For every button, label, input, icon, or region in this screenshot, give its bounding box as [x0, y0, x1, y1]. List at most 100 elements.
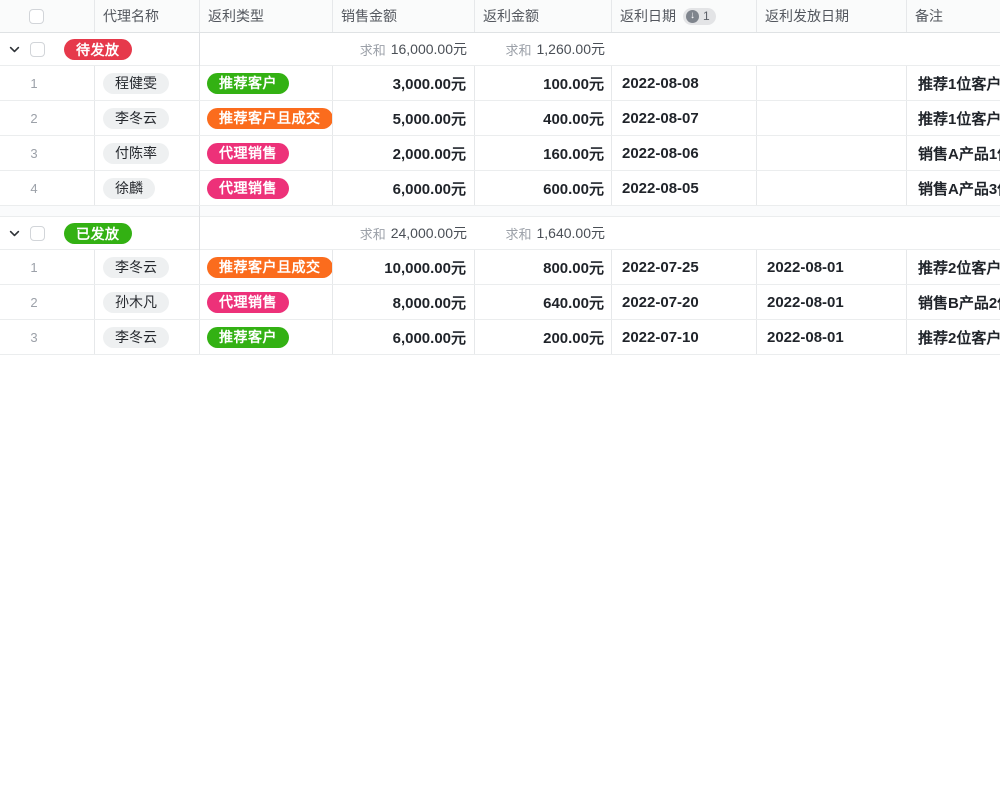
header-cell-sales[interactable]: 销售金额 — [333, 0, 475, 32]
column-divider — [199, 206, 200, 217]
cell-agent[interactable]: 李冬云 — [95, 101, 200, 135]
cell-sales[interactable]: 6,000.00元 — [333, 320, 475, 354]
cell-type[interactable]: 推荐客户 — [200, 320, 333, 354]
cell-num[interactable]: 2 — [0, 101, 95, 135]
cell-num[interactable]: 2 — [0, 285, 95, 319]
cell-type[interactable]: 代理销售 — [200, 285, 333, 319]
cell-note[interactable]: 销售A产品3件 — [907, 171, 1000, 205]
cell-rebate[interactable]: 200.00元 — [475, 320, 612, 354]
cell-rebate[interactable]: 600.00元 — [475, 171, 612, 205]
header-cell-num[interactable] — [0, 0, 95, 32]
cell-issueDate[interactable]: 2022-08-01 — [757, 320, 907, 354]
cell-value: 200.00元 — [543, 327, 604, 348]
cell-rebateDate[interactable]: 2022-08-06 — [612, 136, 757, 170]
cell-issueDate[interactable] — [757, 66, 907, 100]
cell-rebate[interactable]: 100.00元 — [475, 66, 612, 100]
select-all-checkbox[interactable] — [29, 9, 44, 24]
table-row: 1 李冬云 推荐客户且成交 10,000.00元 800.00元2022-07-2520… — [0, 250, 1000, 285]
rebate-type-badge: 代理销售 — [207, 292, 289, 313]
agent-name-pill: 孙木凡 — [103, 292, 169, 313]
agent-name-pill: 付陈率 — [103, 143, 169, 164]
cell-agent[interactable]: 程健雯 — [95, 66, 200, 100]
header-cell-type[interactable]: 返利类型 — [200, 0, 333, 32]
cell-agent[interactable]: 徐麟 — [95, 171, 200, 205]
cell-issueDate[interactable]: 2022-08-01 — [757, 250, 907, 284]
cell-num[interactable]: 4 — [0, 171, 95, 205]
cell-type[interactable]: 推荐客户且成交 — [200, 101, 333, 135]
row-number: 3 — [0, 146, 68, 161]
cell-value: 2022-08-07 — [622, 110, 699, 127]
cell-value: 6,000.00元 — [393, 178, 466, 199]
agent-name-pill: 李冬云 — [103, 257, 169, 278]
header-cell-note[interactable]: 备注 — [907, 0, 1000, 32]
header-cell-agent[interactable]: 代理名称 — [95, 0, 200, 32]
header-cell-rebate[interactable]: 返利金额 — [475, 0, 612, 32]
rebate-type-badge: 推荐客户且成交 — [207, 257, 333, 278]
cell-rebateDate[interactable]: 2022-07-25 — [612, 250, 757, 284]
cell-sales[interactable]: 5,000.00元 — [333, 101, 475, 135]
cell-note[interactable]: 推荐1位客户 — [907, 101, 1000, 135]
group-select-checkbox[interactable] — [30, 226, 45, 241]
cell-sales[interactable]: 3,000.00元 — [333, 66, 475, 100]
column-label: 返利发放日期 — [765, 6, 849, 26]
cell-value: 2022-07-20 — [622, 294, 699, 311]
cell-issueDate[interactable] — [757, 171, 907, 205]
cell-type[interactable]: 代理销售 — [200, 136, 333, 170]
cell-rebateDate[interactable]: 2022-08-05 — [612, 171, 757, 205]
cell-value: 销售A产品3件 — [918, 178, 1000, 199]
table-row: 4徐麟代理销售 6,000.00元 600.00元 2022-08-05 销售A产品3件 — [0, 171, 1000, 206]
header-cell-issueDate[interactable]: 返利发放日期 — [757, 0, 907, 32]
cell-note[interactable]: 推荐1位客户 — [907, 66, 1000, 100]
sort-badge[interactable]: ↓1 — [683, 8, 716, 25]
cell-value: 600.00元 — [543, 178, 604, 199]
cell-num[interactable]: 1 — [0, 250, 95, 284]
cell-sales[interactable]: 2,000.00元 — [333, 136, 475, 170]
cell-value: 推荐2位客户 — [918, 257, 1000, 278]
cell-issueDate[interactable] — [757, 136, 907, 170]
cell-value: 销售B产品2件 — [918, 292, 1000, 313]
cell-issueDate[interactable]: 2022-08-01 — [757, 285, 907, 319]
cell-rebate[interactable]: 160.00元 — [475, 136, 612, 170]
cell-value: 10,000.00元 — [384, 257, 466, 278]
cell-rebate[interactable]: 800.00元 — [475, 250, 612, 284]
cell-note[interactable]: 销售A产品1件 — [907, 136, 1000, 170]
cell-issueDate[interactable] — [757, 101, 907, 135]
sum-value: 24,000.00元 — [391, 223, 467, 243]
cell-type[interactable]: 推荐客户 — [200, 66, 333, 100]
cell-agent[interactable]: 李冬云 — [95, 320, 200, 354]
header-cell-rebateDate[interactable]: 返利日期↓1 — [612, 0, 757, 32]
cell-num[interactable]: 3 — [0, 136, 95, 170]
group-header-row[interactable]: 已发放求和24,000.00元求和1,640.00元 — [0, 217, 1000, 250]
sum-label: 求和 — [360, 40, 386, 59]
sum-value: 1,260.00元 — [537, 39, 606, 59]
cell-rebate[interactable]: 400.00元 — [475, 101, 612, 135]
cell-rebateDate[interactable]: 2022-08-07 — [612, 101, 757, 135]
group-select-checkbox[interactable] — [30, 42, 45, 57]
cell-value: 100.00元 — [543, 73, 604, 94]
cell-sales[interactable]: 8,000.00元 — [333, 285, 475, 319]
cell-value: 推荐1位客户 — [918, 108, 1000, 129]
cell-agent[interactable]: 孙木凡 — [95, 285, 200, 319]
cell-type[interactable]: 代理销售 — [200, 171, 333, 205]
cell-note[interactable]: 推荐2位客户 — [907, 250, 1000, 284]
chevron-down-icon[interactable] — [8, 43, 21, 56]
cell-type[interactable]: 推荐客户且成交 — [200, 250, 333, 284]
cell-note[interactable]: 推荐2位客户 — [907, 320, 1000, 354]
cell-rebateDate[interactable]: 2022-07-10 — [612, 320, 757, 354]
cell-num[interactable]: 1 — [0, 66, 95, 100]
cell-agent[interactable]: 付陈率 — [95, 136, 200, 170]
cell-note[interactable]: 销售B产品2件 — [907, 285, 1000, 319]
cell-num[interactable]: 3 — [0, 320, 95, 354]
chevron-down-icon[interactable] — [8, 227, 21, 240]
column-label: 代理名称 — [103, 6, 159, 26]
group-header-row[interactable]: 待发放求和16,000.00元求和1,260.00元 — [0, 33, 1000, 66]
group-status-badge: 待发放 — [64, 39, 132, 60]
cell-rebateDate[interactable]: 2022-08-08 — [612, 66, 757, 100]
row-number: 1 — [0, 76, 68, 91]
cell-agent[interactable]: 李冬云 — [95, 250, 200, 284]
cell-sales[interactable]: 6,000.00元 — [333, 171, 475, 205]
cell-rebateDate[interactable]: 2022-07-20 — [612, 285, 757, 319]
cell-sales[interactable]: 10,000.00元 — [333, 250, 475, 284]
rebate-type-badge: 推荐客户 — [207, 73, 289, 94]
cell-rebate[interactable]: 640.00元 — [475, 285, 612, 319]
